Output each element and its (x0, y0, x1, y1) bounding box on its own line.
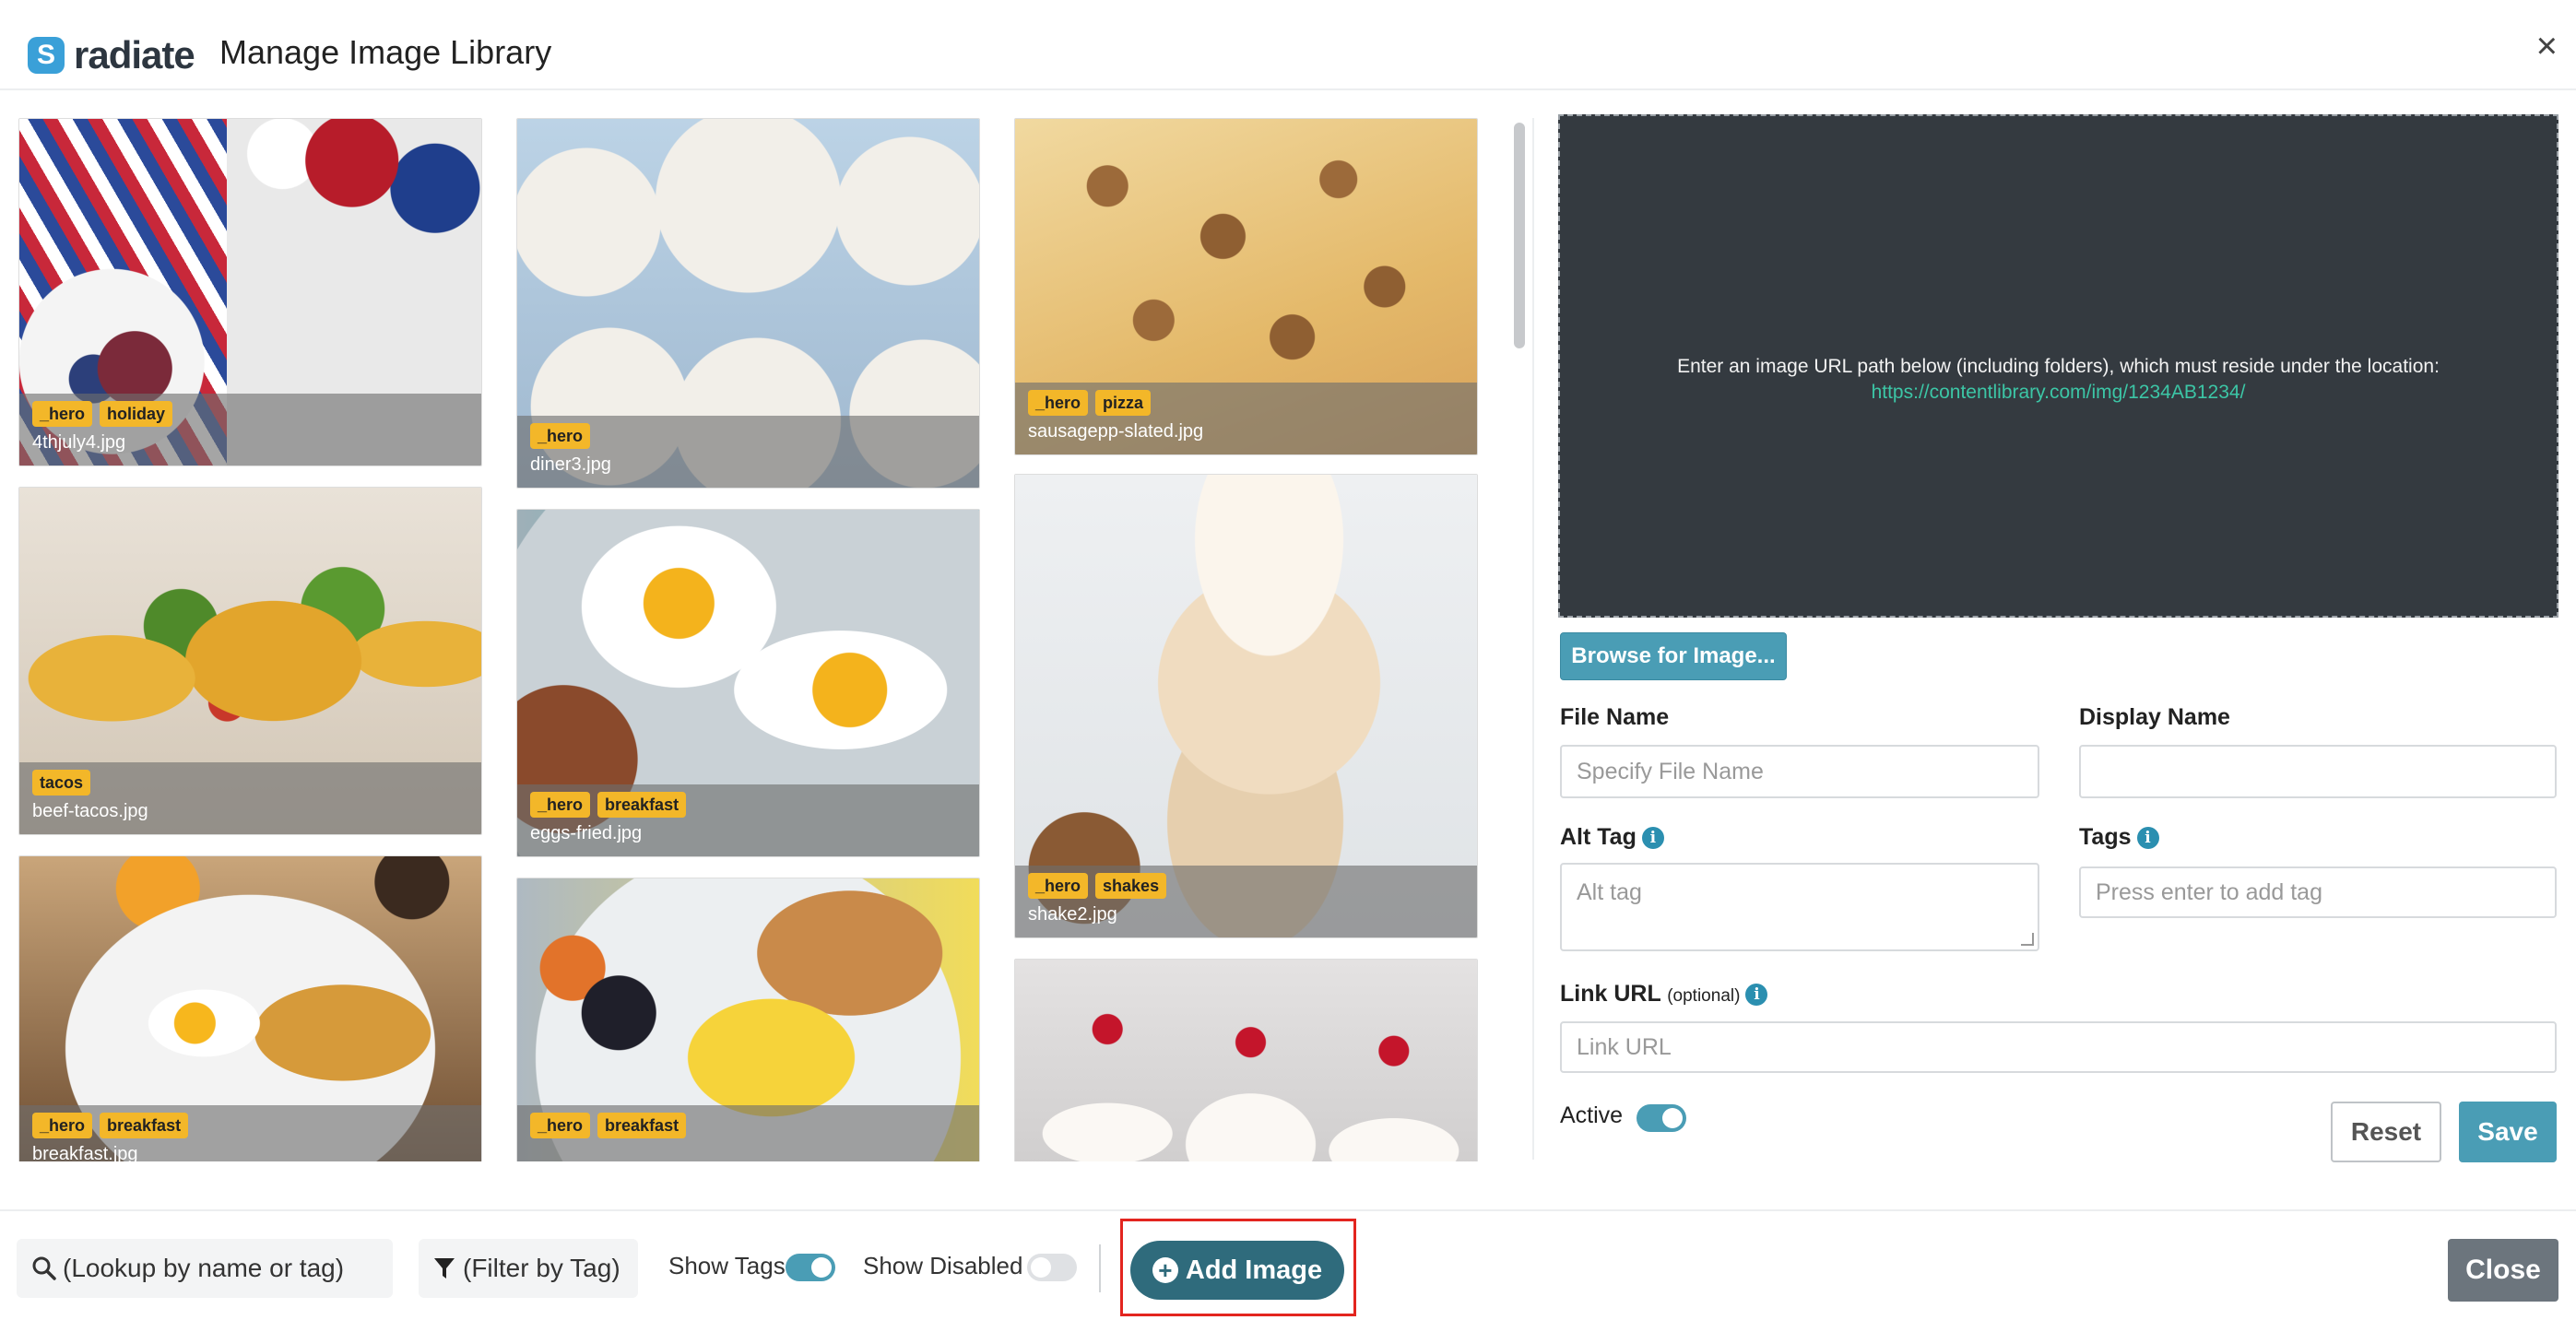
search-icon (32, 1256, 56, 1280)
active-label: Active (1560, 1102, 1624, 1128)
tags-label: Tags (2079, 824, 2132, 850)
filter-icon (434, 1258, 455, 1279)
alt-tag-label: Alt Tag (1560, 824, 1637, 850)
link-url-optional: (optional) (1667, 986, 1741, 1006)
tile-file-name: breakfast.jpg (32, 1144, 138, 1161)
show-disabled-label: Show Disabled (863, 1252, 1023, 1279)
image-tile[interactable]: _hero breakfast eggs-fried.jpg (516, 509, 980, 857)
link-url-label: Link URL (1560, 981, 1661, 1007)
image-drop-zone[interactable]: Enter an image URL path below (including… (1558, 114, 2558, 618)
modal-header: S radiate Manage Image Library × (0, 0, 2576, 90)
add-image-label: Add Image (1185, 1255, 1323, 1285)
link-url-placeholder: Link URL (1577, 1033, 1672, 1060)
alt-tag-label-row: Alt Tag i (1560, 824, 1664, 851)
filter-label: (Filter by Tag) (463, 1254, 620, 1282)
toggle-knob (811, 1257, 832, 1278)
drop-zone-message: Enter an image URL path below (including… (1677, 356, 2440, 377)
alt-tag-textarea[interactable]: Alt tag (1560, 863, 2039, 951)
browse-image-button[interactable]: Browse for Image... (1560, 632, 1787, 680)
display-name-input[interactable] (2079, 745, 2557, 798)
tile-file-name: shake2.jpg (1028, 904, 1117, 925)
info-icon[interactable]: i (1745, 984, 1768, 1007)
tag-badge: pizza (1095, 390, 1152, 416)
tile-caption: _hero diner3.jpg (517, 416, 979, 488)
tile-file-name: 4thjuly4.jpg (32, 432, 126, 453)
tag-badge: _hero (1028, 390, 1089, 416)
image-tile[interactable]: _hero breakfast breakfast.jpg (18, 855, 482, 1161)
file-name-label: File Name (1560, 704, 1670, 730)
save-button[interactable]: Save (2459, 1102, 2557, 1162)
file-name-placeholder: Specify File Name (1577, 758, 1764, 784)
tags-input[interactable]: Press enter to add tag (2079, 866, 2557, 918)
reset-button[interactable]: Reset (2331, 1102, 2441, 1162)
tile-caption: _hero breakfast eggs-fried.jpg (517, 784, 979, 856)
content-library-url: https://contentlibrary.com/img/1234AB123… (1871, 382, 2246, 403)
image-tile[interactable]: _hero breakfast (516, 878, 980, 1161)
tag-badge: tacos (32, 770, 91, 796)
add-image-button[interactable]: + Add Image (1130, 1241, 1344, 1300)
active-toggle[interactable] (1637, 1104, 1686, 1132)
gallery-scrollbar[interactable] (1514, 123, 1525, 348)
logo-mark-icon: S (28, 37, 65, 74)
show-disabled-toggle[interactable] (1027, 1254, 1077, 1281)
search-input[interactable]: (Lookup by name or tag) (17, 1239, 393, 1298)
tag-badge: _hero (1028, 873, 1089, 899)
toggle-knob (1031, 1257, 1051, 1278)
tile-caption: _hero shakes shake2.jpg (1015, 866, 1477, 937)
tag-badge: holiday (100, 401, 173, 427)
tag-badge: _hero (32, 1113, 93, 1138)
logo-text: radiate (74, 33, 195, 77)
image-tile[interactable]: _hero diner3.jpg (516, 118, 980, 489)
tag-badge: _hero (530, 792, 591, 818)
alt-tag-placeholder: Alt tag (1577, 879, 1642, 905)
tile-file-name: beef-tacos.jpg (32, 801, 148, 821)
tag-badge: breakfast (597, 1113, 687, 1138)
tag-badge: shakes (1095, 873, 1167, 899)
show-tags-label: Show Tags (668, 1252, 786, 1279)
tile-caption: _hero pizza sausagepp-slated.jpg (1015, 383, 1477, 454)
tile-caption: _hero breakfast (517, 1105, 979, 1161)
tag-badge: breakfast (100, 1113, 189, 1138)
info-icon[interactable]: i (1641, 827, 1664, 850)
tags-placeholder: Press enter to add tag (2096, 878, 2322, 905)
image-tile[interactable]: tacos beef-tacos.jpg (18, 487, 482, 835)
tag-badge: breakfast (597, 792, 687, 818)
tile-file-name: diner3.jpg (530, 454, 611, 475)
image-gallery: _hero holiday 4thjuly4.jpg tacos beef-ta… (0, 92, 1521, 1161)
tile-file-name: eggs-fried.jpg (530, 823, 643, 843)
search-placeholder: (Lookup by name or tag) (63, 1254, 345, 1282)
tag-badge: _hero (32, 401, 93, 427)
footer-divider (1099, 1244, 1101, 1292)
image-tile[interactable]: _hero pizza sausagepp-slated.jpg (1014, 118, 1478, 455)
panel-divider (1532, 118, 1534, 1160)
file-name-input[interactable]: Specify File Name (1560, 745, 2039, 798)
image-tile[interactable]: _hero shakes shake2.jpg (1014, 474, 1478, 938)
close-button[interactable]: Close (2448, 1239, 2558, 1302)
show-tags-toggle[interactable] (786, 1254, 835, 1281)
tile-caption: _hero holiday 4thjuly4.jpg (19, 394, 481, 466)
link-url-input[interactable]: Link URL (1560, 1021, 2557, 1073)
tile-caption: tacos beef-tacos.jpg (19, 762, 481, 834)
filter-by-tag-button[interactable]: (Filter by Tag) (419, 1239, 638, 1298)
tags-label-row: Tags i (2079, 824, 2159, 851)
resize-handle-icon[interactable] (2021, 933, 2034, 946)
info-icon[interactable]: i (2136, 827, 2159, 850)
image-tile[interactable] (1014, 959, 1478, 1161)
radiate-logo: S radiate (28, 33, 195, 77)
toggle-knob (1662, 1108, 1683, 1128)
link-url-label-row: Link URL (optional) i (1560, 981, 1768, 1008)
close-icon[interactable]: × (2536, 26, 2558, 67)
image-thumbnail (1015, 960, 1477, 1161)
tile-caption: _hero breakfast breakfast.jpg (19, 1105, 481, 1161)
tile-file-name: sausagepp-slated.jpg (1028, 421, 1204, 442)
page-title: Manage Image Library (219, 33, 552, 71)
image-tile[interactable]: _hero holiday 4thjuly4.jpg (18, 118, 482, 466)
tag-badge: _hero (530, 423, 591, 449)
tag-badge: _hero (530, 1113, 591, 1138)
plus-circle-icon: + (1152, 1257, 1178, 1283)
display-name-label: Display Name (2079, 704, 2230, 730)
